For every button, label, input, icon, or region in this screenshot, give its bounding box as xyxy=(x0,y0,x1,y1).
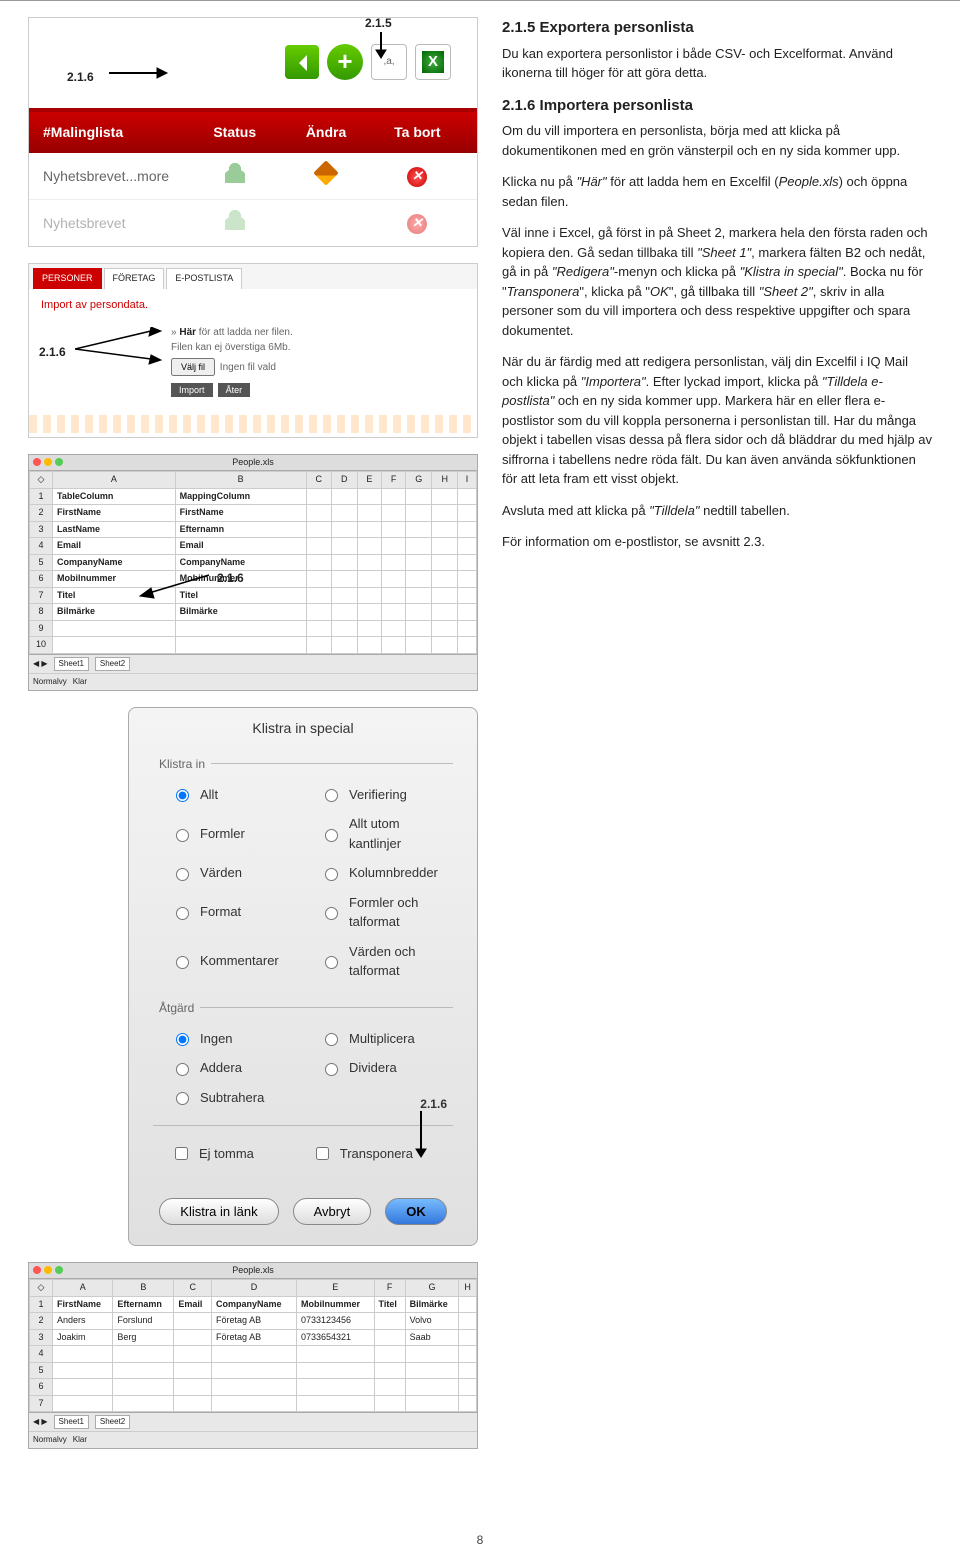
back-button[interactable]: Åter xyxy=(218,383,251,397)
action-section: Åtgärd IngenMultipliceraAdderaDivideraSu… xyxy=(153,999,453,1116)
para: När du är färdig med att redigera person… xyxy=(502,352,932,489)
callout-215: 2.1.5 xyxy=(365,14,392,32)
radio-kolumnbredder[interactable]: Kolumnbredder xyxy=(320,863,453,883)
sheet-tab[interactable]: Sheet2 xyxy=(95,657,130,671)
file-state: Ingen fil vald xyxy=(220,362,276,373)
figure-excel-sheet1: People.xls ◇ABCDEFGHI1TableColumnMapping… xyxy=(28,454,478,691)
page-number: 8 xyxy=(0,1525,960,1565)
col-delete: Ta bort xyxy=(372,122,463,143)
callout-216: 2.1.6 xyxy=(217,569,244,587)
xls-filename: People.xls xyxy=(29,1263,477,1280)
tab-personer[interactable]: PERSONER xyxy=(33,268,102,289)
delete-icon[interactable]: ✕ xyxy=(407,214,427,234)
paste-link-button[interactable]: Klistra in länk xyxy=(159,1198,278,1225)
radio-subtrahera[interactable]: Subtrahera xyxy=(171,1088,304,1108)
radio-addera[interactable]: Addera xyxy=(171,1058,304,1078)
xls-ready: Klar xyxy=(73,676,87,688)
sheet-tab[interactable]: Sheet1 xyxy=(54,1415,89,1429)
para: Väl inne i Excel, gå först in på Sheet 2… xyxy=(502,223,932,340)
radio-formler[interactable]: Formler xyxy=(171,814,304,853)
figure-paste-dialog: Klistra in special Klistra in AlltVerifi… xyxy=(128,707,478,1246)
sheet-tab[interactable]: Sheet1 xyxy=(54,657,89,671)
row-name: Nyhetsbrevet xyxy=(43,213,189,234)
figure-mailinglist: + ,a, 2.1.6 2.1.5 #Malinglista Status Än… xyxy=(28,17,478,247)
row-name: Nyhetsbrevet...more xyxy=(43,166,189,187)
import-button[interactable]: Import xyxy=(171,383,213,397)
xls-viewmode: Normalvy xyxy=(33,676,67,688)
import-title: Import av persondata. xyxy=(41,297,465,314)
edit-icon[interactable] xyxy=(313,160,338,185)
radio-format[interactable]: Format xyxy=(171,893,304,932)
chk-transponera[interactable]: Transponera xyxy=(312,1144,413,1164)
para: Du kan exportera personlistor i både CSV… xyxy=(502,44,932,83)
dialog-title: Klistra in special xyxy=(153,708,453,755)
sheet-tab[interactable]: Sheet2 xyxy=(95,1415,130,1429)
chk-ejtomma[interactable]: Ej tomma xyxy=(171,1144,254,1164)
col-mailinglist: #Malinglista xyxy=(43,122,189,143)
radio-ingen[interactable]: Ingen xyxy=(171,1029,304,1049)
xls-ready: Klar xyxy=(73,1434,87,1446)
download-link[interactable]: Här xyxy=(179,327,196,338)
user-icon[interactable] xyxy=(225,210,245,230)
file-size-note: Filen kan ej överstiga 6Mb. xyxy=(171,340,465,355)
radio-värden-och-talformat[interactable]: Värden och talformat xyxy=(320,942,453,981)
excel-table: ◇ABCDEFGH1FirstNameEfternamnEmailCompany… xyxy=(29,1279,477,1412)
tab-foretag[interactable]: FÖRETAG xyxy=(104,268,165,289)
choose-file-button[interactable]: Välj fil xyxy=(171,358,215,376)
body-text: 2.1.5 Exportera personlista Du kan expor… xyxy=(502,17,932,1465)
user-icon[interactable] xyxy=(225,163,245,183)
radio-formler-och-talformat[interactable]: Formler och talformat xyxy=(320,893,453,932)
table-header: #Malinglista Status Ändra Ta bort xyxy=(29,112,477,153)
para: Klicka nu på "Här" för att ladda hem en … xyxy=(502,172,932,211)
xls-viewmode: Normalvy xyxy=(33,1434,67,1446)
paste-section: Klistra in AlltVerifieringFormlerAllt ut… xyxy=(153,755,453,989)
para: Om du vill importera en personlista, bör… xyxy=(502,121,932,160)
radio-verifiering[interactable]: Verifiering xyxy=(320,785,453,805)
para: Avsluta med att klicka på "Tilldela" ned… xyxy=(502,501,932,521)
excel-table: ◇ABCDEFGHI1TableColumnMappingColumn2Firs… xyxy=(29,471,477,654)
heading-215: 2.1.5 Exportera personlista xyxy=(502,17,932,40)
table-row: Nyhetsbrevet...more ✕ xyxy=(29,153,477,200)
export-xls-icon[interactable] xyxy=(415,44,451,80)
col-status: Status xyxy=(189,122,280,143)
ok-button[interactable]: OK xyxy=(385,1198,447,1225)
tabs: PERSONER FÖRETAG E-POSTLISTA xyxy=(29,264,477,289)
table-row: Nyhetsbrevet ✕ xyxy=(29,200,477,246)
radio-allt[interactable]: Allt xyxy=(171,785,304,805)
callout-216: 2.1.6 xyxy=(39,343,66,361)
para: För information om e-postlistor, se avsn… xyxy=(502,532,932,552)
back-arrow-icon[interactable] xyxy=(285,45,319,79)
radio-allt-utom-kantlinjer[interactable]: Allt utom kantlinjer xyxy=(320,814,453,853)
col-edit: Ändra xyxy=(280,122,371,143)
heading-216: 2.1.6 Importera personlista xyxy=(502,95,932,118)
callout-216: 2.1.6 xyxy=(67,68,94,86)
cancel-button[interactable]: Avbryt xyxy=(293,1198,372,1225)
radio-kommentarer[interactable]: Kommentarer xyxy=(171,942,304,981)
tab-epostlista[interactable]: E-POSTLISTA xyxy=(166,268,242,289)
radio-multiplicera[interactable]: Multiplicera xyxy=(320,1029,453,1049)
xls-filename: People.xls xyxy=(29,455,477,472)
radio-dividera[interactable]: Dividera xyxy=(320,1058,453,1078)
add-icon[interactable]: + xyxy=(327,44,363,80)
figure-excel-sheet2: People.xls ◇ABCDEFGH1FirstNameEfternamnE… xyxy=(28,1262,478,1450)
radio-värden[interactable]: Värden xyxy=(171,863,304,883)
checkbox-section: Ej tomma Transponera xyxy=(153,1125,453,1182)
figure-import: PERSONER FÖRETAG E-POSTLISTA Import av p… xyxy=(28,263,478,438)
delete-icon[interactable]: ✕ xyxy=(407,167,427,187)
